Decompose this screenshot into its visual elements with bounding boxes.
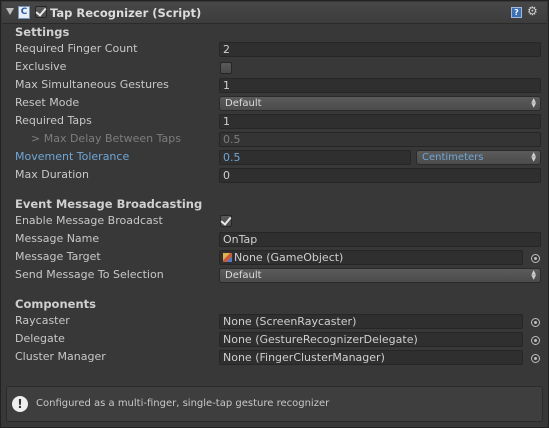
enable-message-broadcast-checkbox[interactable] (220, 214, 232, 227)
enable-message-broadcast-label: Enable Message Broadcast (15, 214, 163, 227)
cluster-manager-label: Cluster Manager (15, 350, 106, 363)
info-icon: ! (12, 396, 28, 412)
max-duration-label: Max Duration (15, 168, 90, 181)
max-delay-between-taps-label: > Max Delay Between Taps (31, 132, 181, 145)
raycaster-field[interactable]: None (ScreenRaycaster) (219, 314, 523, 329)
exclusive-label: Exclusive (15, 60, 67, 73)
settings-heading: Settings (15, 25, 70, 39)
max-simultaneous-gestures-label: Max Simultaneous Gestures (15, 78, 169, 91)
script-icon: C (18, 6, 30, 19)
checkmark-icon (35, 5, 47, 17)
movement-tolerance-field[interactable]: 0.5 (219, 150, 411, 165)
required-taps-field[interactable]: 1 (219, 114, 541, 129)
delegate-label: Delegate (15, 332, 65, 345)
cluster-manager-field[interactable]: None (FingerClusterManager) (219, 350, 523, 365)
component-title: Tap Recognizer (Script) (50, 6, 202, 20)
reset-mode-label: Reset Mode (15, 96, 80, 109)
message-target-label: Message Target (15, 250, 101, 263)
component-header[interactable]: C Tap Recognizer (Script) ? ⚙ (2, 2, 547, 24)
object-picker-icon[interactable] (531, 254, 540, 263)
help-icon[interactable]: ? (511, 7, 522, 18)
object-picker-icon[interactable] (531, 318, 540, 327)
send-message-to-selection-label: Send Message To Selection (15, 268, 164, 281)
send-message-to-selection-value: Default (225, 270, 262, 281)
gameobject-icon (223, 253, 232, 262)
exclusive-checkbox[interactable] (220, 62, 232, 74)
reset-mode-dropdown[interactable]: Default ▲ ▼ (219, 96, 541, 111)
dropdown-arrows-icon: ▲ ▼ (531, 151, 536, 163)
raycaster-label: Raycaster (15, 314, 70, 327)
object-picker-icon[interactable] (531, 354, 540, 363)
required-finger-count-field[interactable]: 2 (219, 42, 541, 57)
required-finger-count-label: Required Finger Count (15, 42, 138, 55)
movement-tolerance-label: Movement Tolerance (15, 150, 130, 163)
movement-tolerance-unit-value: Centimeters (422, 152, 484, 163)
message-target-field[interactable]: None (GameObject) (219, 250, 523, 265)
reset-mode-value: Default (225, 98, 262, 109)
max-simultaneous-gestures-field[interactable]: 1 (219, 78, 541, 93)
send-message-to-selection-dropdown[interactable]: Default ▲ ▼ (219, 268, 541, 283)
components-heading: Components (15, 297, 96, 311)
max-duration-field[interactable]: 0 (219, 168, 541, 183)
movement-tolerance-unit-dropdown[interactable]: Centimeters ▲ ▼ (416, 150, 541, 165)
checkmark-icon (220, 214, 232, 226)
component-enabled-checkbox[interactable] (35, 5, 47, 18)
message-target-value: None (GameObject) (234, 251, 344, 264)
dropdown-arrows-icon: ▲ ▼ (531, 97, 536, 109)
object-picker-icon[interactable] (531, 336, 540, 345)
info-helpbox: ! Configured as a multi-finger, single-t… (6, 386, 543, 422)
inspector-panel: C Tap Recognizer (Script) ? ⚙ Settings R… (0, 0, 549, 428)
info-text: Configured as a multi-finger, single-tap… (36, 398, 330, 409)
message-name-field[interactable]: OnTap (219, 232, 541, 247)
max-delay-between-taps-field: 0.5 (219, 132, 541, 147)
gear-icon[interactable]: ⚙ (527, 5, 538, 17)
broadcasting-heading: Event Message Broadcasting (15, 197, 203, 211)
foldout-arrow-icon[interactable] (6, 8, 14, 15)
dropdown-arrows-icon: ▲ ▼ (531, 269, 536, 281)
message-name-label: Message Name (15, 232, 100, 245)
required-taps-label: Required Taps (15, 114, 92, 127)
delegate-field[interactable]: None (GestureRecognizerDelegate) (219, 332, 523, 347)
